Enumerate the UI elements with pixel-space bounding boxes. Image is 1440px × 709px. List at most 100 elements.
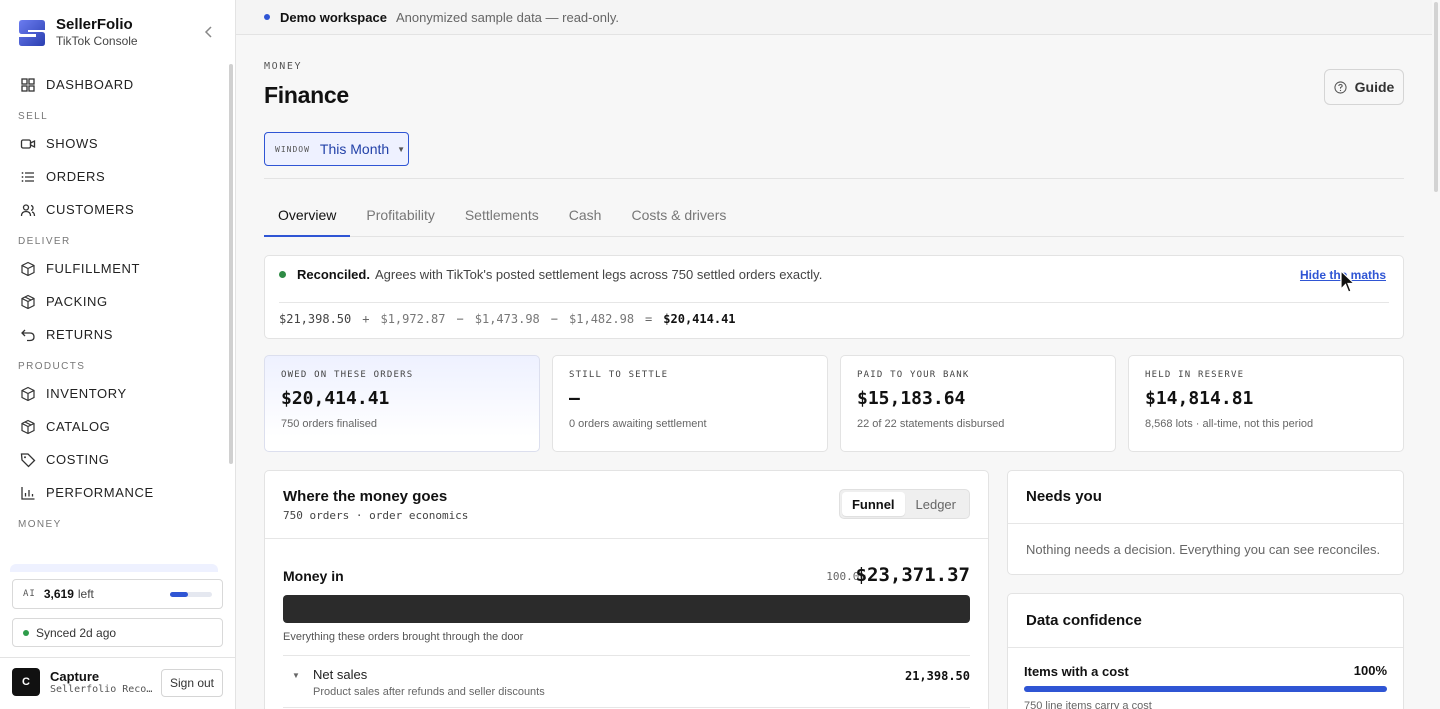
sidebar-item-label: PERFORMANCE	[46, 485, 154, 500]
view-toggle: Funnel Ledger	[839, 489, 970, 519]
equation-operator: −	[456, 312, 464, 326]
page-scrollbar-thumb[interactable]	[1434, 2, 1438, 192]
sign-out-button[interactable]: Sign out	[161, 669, 223, 697]
guide-button[interactable]: Guide	[1324, 69, 1404, 105]
ledger-view-button[interactable]: Ledger	[905, 492, 968, 516]
tab-settlements[interactable]: Settlements	[451, 201, 553, 237]
sidebar-item-customers[interactable]: CUSTOMERS	[0, 193, 230, 226]
money-in-note: Everything these orders brought through …	[283, 631, 524, 643]
kpi-still-to-settle[interactable]: STILL TO SETTLE — 0 orders awaiting sett…	[552, 355, 828, 452]
brand[interactable]: SellerFolio TikTok Console	[18, 16, 138, 49]
box-icon	[21, 386, 35, 401]
caret-down-icon: ▼	[397, 144, 406, 154]
sidebar-item-label: CUSTOMERS	[46, 202, 135, 217]
sidebar-item-label: DASHBOARD	[46, 77, 134, 92]
ai-credits[interactable]: AI 3,619 left	[12, 579, 223, 609]
video-icon	[20, 138, 36, 149]
funnel-view-button[interactable]: Funnel	[842, 492, 905, 516]
card-title: Needs you	[1026, 488, 1102, 505]
kpi-row: OWED ON THESE ORDERS $20,414.41 750 orde…	[264, 355, 1404, 452]
net-sales-description: Product sales after refunds and seller d…	[313, 686, 545, 698]
app-name: SellerFolio	[56, 16, 133, 33]
sidebar-item-label: INVENTORY	[46, 386, 127, 401]
sidebar-item-fulfillment[interactable]: FULFILLMENT	[0, 252, 230, 285]
sync-status-text: Synced 2d ago	[36, 625, 117, 640]
kpi-sub: 0 orders awaiting settlement	[569, 418, 707, 430]
banner-subtitle: Anonymized sample data — read-only.	[395, 9, 619, 25]
divider	[283, 655, 970, 656]
sidebar-item-label: COSTING	[46, 452, 110, 467]
user-profile[interactable]: C Capture Sellerfolio Recording	[12, 668, 156, 696]
sidebar-item-shows[interactable]: SHOWS	[0, 127, 230, 160]
sidebar-item-inventory[interactable]: INVENTORY	[0, 377, 230, 410]
sidebar-item-costing[interactable]: COSTING	[0, 443, 230, 476]
nav-section-sell: SELL	[18, 111, 49, 122]
sidebar-item-label: PACKING	[46, 294, 108, 309]
expand-caret-icon[interactable]: ▼	[292, 671, 300, 680]
bar-chart-icon	[21, 486, 35, 500]
divider	[283, 707, 970, 708]
divider	[1008, 523, 1403, 524]
users-icon	[20, 203, 36, 216]
sidebar-item-catalog[interactable]: CATALOG	[0, 410, 230, 443]
confidence-progress-bar	[1024, 686, 1387, 692]
confidence-metric-label: Items with a cost	[1024, 664, 1129, 679]
kpi-label: PAID TO YOUR BANK	[857, 370, 970, 380]
nav-section-money: MONEY	[18, 519, 62, 530]
finance-tabs: Overview Profitability Settlements Cash …	[264, 201, 1404, 237]
ai-usage-fill	[170, 592, 188, 597]
sidebar-item-dashboard[interactable]: DASHBOARD	[0, 68, 230, 101]
equation-term: $21,398.50	[279, 312, 352, 326]
kpi-value: $14,814.81	[1145, 388, 1254, 409]
money-in-bar	[283, 595, 970, 623]
sidebar-item-label: ORDERS	[46, 169, 106, 184]
tab-cash[interactable]: Cash	[555, 201, 616, 237]
tab-profitability[interactable]: Profitability	[352, 201, 448, 237]
sync-status[interactable]: Synced 2d ago	[12, 618, 223, 647]
sidebar-scrollbar[interactable]	[229, 64, 233, 464]
box-icon	[21, 261, 35, 276]
confidence-metric-note: 750 line items carry a cost	[1024, 700, 1152, 709]
kpi-owed[interactable]: OWED ON THESE ORDERS $20,414.41 750 orde…	[264, 355, 540, 452]
sidebar-item-label: FULFILLMENT	[46, 261, 141, 276]
page-title: Finance	[264, 82, 349, 108]
chevron-left-icon[interactable]	[202, 24, 216, 40]
card-subtitle: 750 orders · order economics	[283, 509, 469, 522]
sidebar-item-packing[interactable]: PACKING	[0, 285, 230, 318]
list-icon	[21, 171, 34, 182]
tab-overview[interactable]: Overview	[264, 201, 351, 237]
money-in-amount: $23,371.37	[855, 564, 970, 586]
sidebar-item-label: CATALOG	[46, 419, 111, 434]
avatar: C	[12, 668, 40, 696]
time-window-select[interactable]: WINDOW This Month ▼	[264, 132, 409, 166]
kpi-label: HELD IN RESERVE	[1145, 370, 1245, 380]
kpi-paid-to-bank[interactable]: PAID TO YOUR BANK $15,183.64 22 of 22 st…	[840, 355, 1116, 452]
reconciled-status: Reconciled.	[297, 267, 370, 282]
ai-credit-count: 3,619	[43, 587, 74, 601]
kpi-label: STILL TO SETTLE	[569, 370, 669, 380]
sidebar-item-performance[interactable]: PERFORMANCE	[0, 476, 230, 509]
sidebar-item-finance[interactable]	[10, 564, 218, 572]
net-sales-label[interactable]: Net sales	[313, 667, 367, 682]
divider	[264, 178, 1404, 179]
divider	[0, 657, 235, 658]
sidebar-item-orders[interactable]: ORDERS	[0, 160, 230, 193]
kpi-held-in-reserve[interactable]: HELD IN RESERVE $14,814.81 8,568 lots · …	[1128, 355, 1404, 452]
reconciliation-equation: $21,398.50 + $1,972.87 − $1,473.98 − $1,…	[279, 312, 747, 326]
tab-costs-drivers[interactable]: Costs & drivers	[617, 201, 740, 237]
sidebar-item-label: RETURNS	[46, 327, 114, 342]
sidebar-item-label: SHOWS	[46, 136, 99, 151]
package-icon	[21, 294, 35, 309]
mouse-cursor-icon	[1340, 270, 1356, 293]
window-value: This Month	[319, 141, 390, 157]
nav-section-deliver: DELIVER	[18, 236, 71, 247]
equation-term: $1,482.98	[569, 312, 635, 326]
card-title: Where the money goes	[283, 488, 448, 505]
sidebar-nav: DASHBOARD SELL SHOWS ORDERS CUSTOMERS DE…	[0, 68, 230, 568]
needs-you-message: Nothing needs a decision. Everything you…	[1026, 542, 1381, 557]
banner-dot	[264, 14, 270, 20]
sidebar-item-returns[interactable]: RETURNS	[0, 318, 230, 351]
ai-credit-suffix: left	[77, 587, 94, 601]
user-workspace: Sellerfolio Recording	[50, 684, 156, 695]
equation-operator: −	[550, 312, 559, 326]
